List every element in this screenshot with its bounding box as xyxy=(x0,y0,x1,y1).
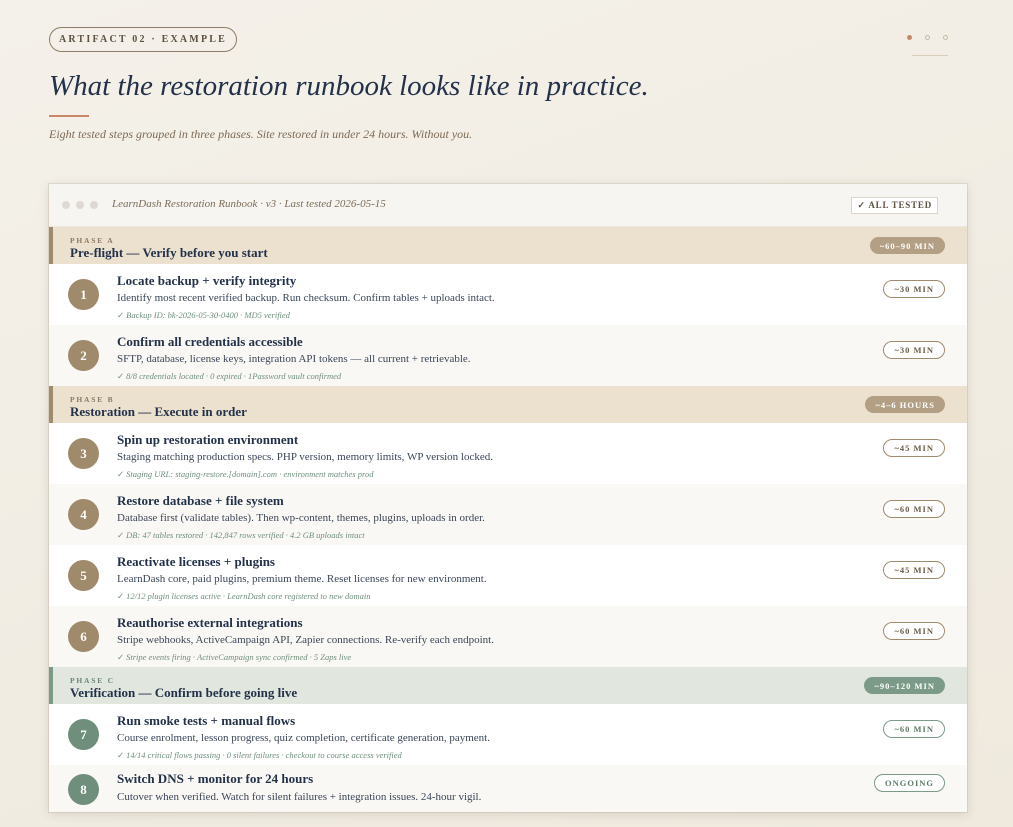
check-icon: ✓ xyxy=(117,310,125,320)
step-verification-note: ✓ Stripe events firing · ActiveCampaign s… xyxy=(117,652,351,663)
step-duration-badge: ~60 MIN xyxy=(883,720,945,738)
page-subtitle: Eight tested steps grouped in three phas… xyxy=(49,127,473,141)
step-description: LearnDash core, paid plugins, premium th… xyxy=(117,573,487,585)
step-row: 5 Reactivate licenses + plugins LearnDas… xyxy=(49,545,967,606)
step-number: 3 xyxy=(68,438,99,469)
check-icon: ✓ xyxy=(117,469,125,479)
step-number: 1 xyxy=(68,279,99,310)
page-title: What the restoration runbook looks like … xyxy=(49,70,649,102)
step-title: Confirm all credentials accessible xyxy=(117,334,303,349)
step-note-text: 8/8 credentials located · 0 expired · 1P… xyxy=(126,371,342,381)
phase-duration-badge: ~4–6 HOURS xyxy=(865,396,945,413)
check-icon: ✓ xyxy=(117,750,125,760)
step-note-text: 14/14 critical flows passing · 0 silent … xyxy=(126,750,402,760)
phase-header-c: PHASE C Verification — Confirm before go… xyxy=(49,667,967,704)
step-status-badge: ONGOING xyxy=(873,774,945,792)
window-dot xyxy=(62,201,70,209)
page-dot[interactable] xyxy=(943,35,948,40)
phase-duration-badge: ~90–120 MIN xyxy=(864,677,945,694)
step-verification-note: ✓ Staging URL: staging-restore.[domain].c… xyxy=(117,469,373,480)
phase-title: Verification — Confirm before going live xyxy=(70,685,298,700)
step-note-text: Staging URL: staging-restore.[domain].co… xyxy=(126,469,374,479)
check-icon: ✓ xyxy=(117,371,125,381)
step-duration-badge: ~60 MIN xyxy=(883,622,945,640)
step-note-text: Backup ID: bk-2026-05-30-0400 · MD5 veri… xyxy=(126,310,290,320)
step-number: 7 xyxy=(68,719,99,750)
accent-rule xyxy=(49,115,89,117)
window-dot xyxy=(90,201,98,209)
step-description: Database first (validate tables). Then w… xyxy=(117,512,485,524)
step-row: 4 Restore database + file system Databas… xyxy=(49,484,967,545)
phase-header-a: PHASE A Pre-flight — Verify before you s… xyxy=(49,227,967,264)
pagination-dots xyxy=(907,35,948,40)
step-row: 8 Switch DNS + monitor for 24 hours Cuto… xyxy=(49,765,967,812)
step-number: 6 xyxy=(68,621,99,652)
runbook-title: LearnDash Restoration Runbook · v3 · Las… xyxy=(112,198,386,210)
step-row: 7 Run smoke tests + manual flows Course … xyxy=(49,704,967,765)
phase-label: PHASE A xyxy=(70,236,115,245)
page-dot-active[interactable] xyxy=(907,35,912,40)
step-verification-note: ✓ 14/14 critical flows passing · 0 silent… xyxy=(117,750,402,761)
window-controls xyxy=(62,201,98,209)
step-note-text: 12/12 plugin licenses active · LearnDash… xyxy=(126,591,371,601)
phase-label: PHASE B xyxy=(70,395,115,404)
phase-title: Restoration — Execute in order xyxy=(70,404,247,419)
step-number: 4 xyxy=(68,499,99,530)
step-row: 2 Confirm all credentials accessible SFT… xyxy=(49,325,967,386)
step-duration-badge: ~30 MIN xyxy=(883,341,945,359)
check-icon: ✓ xyxy=(117,591,125,601)
step-row: 3 Spin up restoration environment Stagin… xyxy=(49,423,967,484)
step-number: 8 xyxy=(68,774,99,805)
step-title: Reactivate licenses + plugins xyxy=(117,554,275,569)
step-number: 2 xyxy=(68,340,99,371)
runbook-card: LearnDash Restoration Runbook · v3 · Las… xyxy=(49,184,967,812)
step-description: SFTP, database, license keys, integratio… xyxy=(117,353,471,365)
check-icon: ✓ xyxy=(117,530,125,540)
step-verification-note: ✓ Backup ID: bk-2026-05-30-0400 · MD5 ver… xyxy=(117,310,290,321)
step-verification-note: ✓ 12/12 plugin licenses active · LearnDas… xyxy=(117,591,370,602)
step-duration-badge: ~60 MIN xyxy=(883,500,945,518)
step-verification-note: ✓ 8/8 credentials located · 0 expired · 1… xyxy=(117,371,341,382)
window-dot xyxy=(76,201,84,209)
step-title: Locate backup + verify integrity xyxy=(117,273,297,288)
step-title: Reauthorise external integrations xyxy=(117,615,303,630)
dots-underline xyxy=(912,55,948,56)
step-description: Cutover when verified. Watch for silent … xyxy=(117,791,482,803)
artifact-label: ARTIFACT 02 · EXAMPLE xyxy=(49,27,237,52)
phase-duration-badge: ~60–90 MIN xyxy=(869,237,945,254)
step-description: Stripe webhooks, ActiveCampaign API, Zap… xyxy=(117,634,494,646)
step-verification-note: ✓ DB: 47 tables restored · 142,847 rows v… xyxy=(117,530,365,541)
step-row: 6 Reauthorise external integrations Stri… xyxy=(49,606,967,667)
page-dot[interactable] xyxy=(925,35,930,40)
step-title: Restore database + file system xyxy=(117,493,284,508)
step-duration-badge: ~45 MIN xyxy=(883,561,945,579)
step-title: Switch DNS + monitor for 24 hours xyxy=(117,771,314,786)
phase-header-b: PHASE B Restoration — Execute in order ~… xyxy=(49,386,967,423)
step-note-text: DB: 47 tables restored · 142,847 rows ve… xyxy=(126,530,365,540)
step-title: Spin up restoration environment xyxy=(117,432,299,447)
step-duration-badge: ~30 MIN xyxy=(883,280,945,298)
step-description: Identify most recent verified backup. Ru… xyxy=(117,292,495,304)
runbook-window-header: LearnDash Restoration Runbook · v3 · Las… xyxy=(49,184,967,227)
check-icon: ✓ xyxy=(117,652,125,662)
phase-label: PHASE C xyxy=(70,676,115,685)
step-row: 1 Locate backup + verify integrity Ident… xyxy=(49,264,967,325)
step-description: Staging matching production specs. PHP v… xyxy=(117,451,493,463)
step-description: Course enrolment, lesson progress, quiz … xyxy=(117,732,490,744)
all-tested-badge: ✓ ALL TESTED xyxy=(851,197,938,214)
step-number: 5 xyxy=(68,560,99,591)
phase-title: Pre-flight — Verify before you start xyxy=(70,245,268,260)
step-duration-badge: ~45 MIN xyxy=(883,439,945,457)
step-title: Run smoke tests + manual flows xyxy=(117,713,296,728)
step-note-text: Stripe events firing · ActiveCampaign sy… xyxy=(126,652,352,662)
